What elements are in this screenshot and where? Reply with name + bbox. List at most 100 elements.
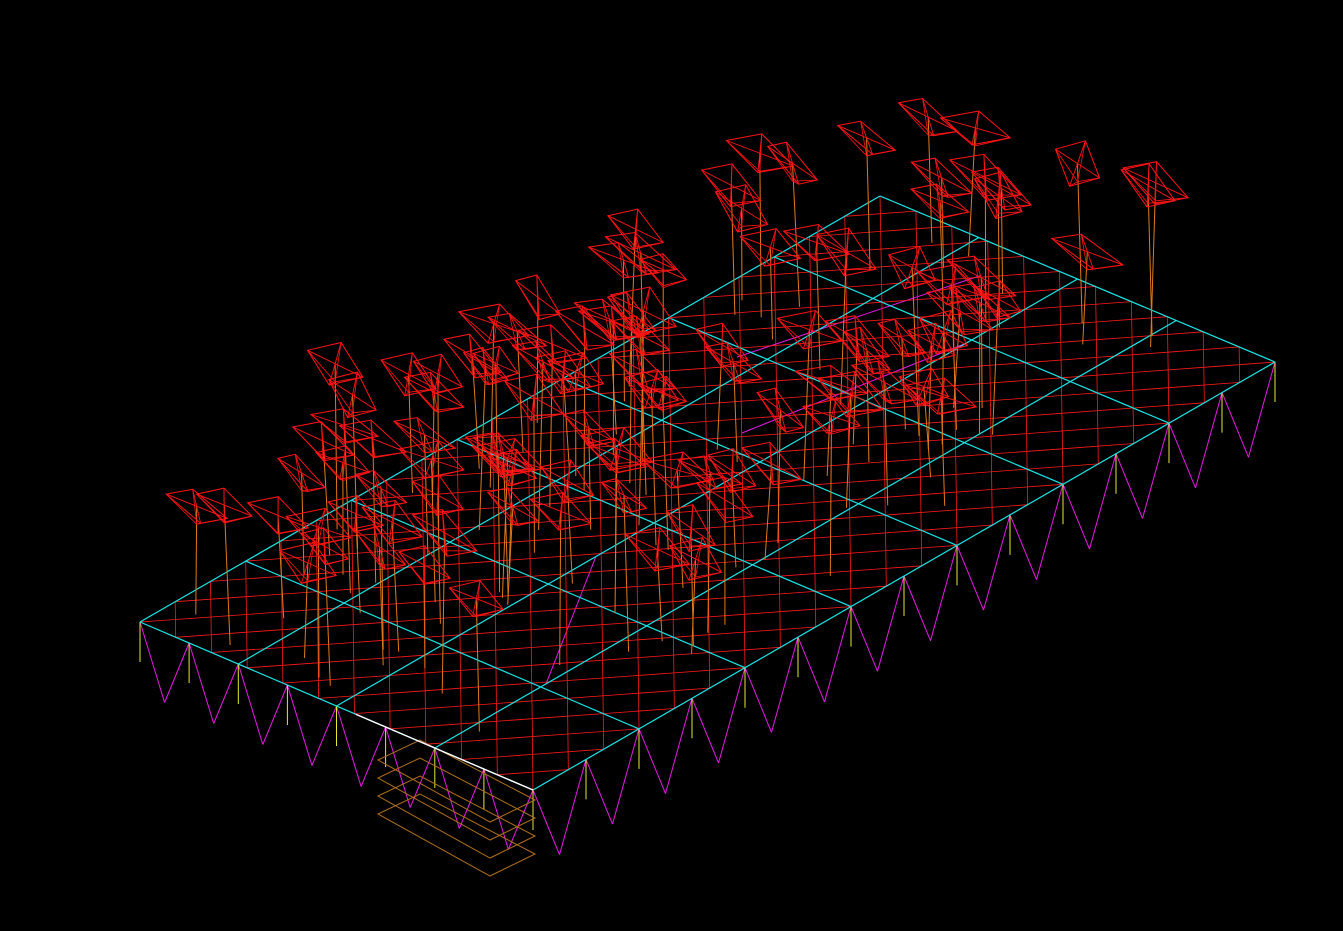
roof-grid-diagonal (210, 616, 212, 653)
roof-grid-diagonal (916, 281, 919, 318)
canopy-rib (342, 472, 370, 481)
roof-grid-diagonal (991, 489, 993, 526)
wireframe-model[interactable] (0, 0, 1343, 931)
roof-grid-diagonal (494, 561, 496, 597)
roof-grid-diagonal (598, 429, 601, 465)
canopy-rib (663, 279, 687, 289)
bracing-member (1089, 453, 1117, 550)
roof-grid-diagonal (1025, 362, 1027, 399)
roof-grid-diagonal (813, 520, 816, 556)
roof-grid-diagonal (316, 591, 319, 628)
roof-grid-diagonal (315, 520, 318, 557)
bracing-member (385, 726, 411, 808)
bracing-member (164, 642, 190, 703)
roof-grid-diagonal (1132, 372, 1134, 409)
roof-grid-diagonal (600, 500, 602, 536)
roof-grid-diagonal (846, 322, 848, 359)
canopy-rib (1120, 169, 1149, 204)
roof-grid-diagonal (1167, 352, 1169, 388)
canopy-post (223, 505, 231, 646)
roof-grid-diagonal (386, 479, 388, 516)
roof-grid-diagonal (849, 499, 851, 536)
cad-viewport[interactable] (0, 0, 1343, 931)
roof-grid-diagonal (1097, 428, 1099, 464)
bracing-member (286, 684, 313, 766)
bracing-member (585, 759, 613, 825)
canopy-post (662, 392, 669, 550)
primary-beam-longitudinal (434, 319, 1177, 749)
roof-grid-diagonal (386, 515, 389, 552)
roof-grid-diagonal (1096, 392, 1099, 429)
canopy-rib (996, 316, 999, 318)
canopy-rib (759, 165, 794, 172)
roof-grid-diagonal (495, 632, 497, 668)
canopy-rib (940, 117, 976, 147)
canopy-rib (780, 427, 804, 429)
canopy-rib (939, 211, 969, 219)
roof-grid-diagonal (424, 672, 426, 709)
roof-grid-diagonal (529, 540, 531, 577)
roof-grid-diagonal (316, 556, 318, 592)
roof-grid-diagonal (564, 520, 566, 557)
canopy-rib (616, 427, 625, 467)
canopy-rib (802, 406, 832, 435)
canopy-rib (726, 140, 761, 172)
canopy-rib (585, 443, 617, 474)
roof-grid-diagonal (1023, 256, 1025, 292)
bracing-member (638, 728, 666, 794)
roof-grid-diagonal (636, 550, 638, 587)
canopy-rib (443, 339, 473, 375)
bracing-member (360, 726, 387, 787)
canopy-rib (923, 396, 949, 406)
canopy-rib (588, 246, 624, 279)
canopy-post (623, 495, 630, 652)
canopy-rib (431, 469, 464, 478)
roof-grid-diagonal (669, 388, 671, 425)
roof-grid-diagonal (598, 393, 600, 430)
bracing-member (311, 705, 337, 766)
bracing-member (1036, 484, 1064, 580)
bracing-member (262, 684, 288, 745)
roof-grid-diagonal (956, 509, 958, 546)
bracing-member (850, 606, 878, 672)
roof-grid-diagonal (990, 418, 992, 455)
roof-grid-diagonal (668, 353, 671, 389)
canopy-rib (635, 242, 664, 248)
primary-beam-transverse (562, 378, 958, 546)
canopy-post (441, 532, 446, 694)
roof-grid-diagonal (352, 606, 354, 643)
canopy-rib (292, 426, 324, 460)
canopy-rib (323, 527, 326, 565)
canopy-rib (196, 522, 201, 525)
lower-frame-layer (376, 739, 537, 877)
bracing-member (559, 759, 587, 855)
roof-grid-diagonal (246, 632, 248, 668)
roof-grid-diagonal (849, 535, 851, 572)
roof-grid-diagonal (880, 231, 882, 267)
bracing-member (877, 575, 905, 672)
roof-grid-diagonal (848, 464, 850, 500)
canopy-rib (575, 352, 584, 391)
bracing-member (1248, 361, 1276, 458)
canopy-rib (960, 328, 994, 331)
roof-grid-diagonal (775, 327, 777, 364)
canopy-rib (411, 481, 439, 514)
canopy-post (816, 242, 821, 370)
roof-grid-diagonal (989, 347, 991, 384)
canopy-rib (739, 236, 771, 266)
canopy-post (1077, 163, 1083, 324)
roof-grid-diagonal (778, 540, 780, 577)
canopy-rib (398, 448, 432, 478)
roof-grid-diagonal (850, 570, 852, 607)
roof-grid-diagonal (916, 246, 918, 282)
canopy-rib (393, 421, 425, 454)
bracing-member (824, 606, 852, 703)
canopy-rib (670, 451, 684, 488)
bracing-member (507, 789, 534, 850)
canopy-post (566, 480, 573, 584)
bracing-member (691, 698, 719, 764)
canopy-rib (512, 477, 537, 486)
bracing-member (1168, 422, 1196, 489)
roof-grid-diagonal (1062, 448, 1064, 485)
canopy-rib (809, 310, 816, 348)
